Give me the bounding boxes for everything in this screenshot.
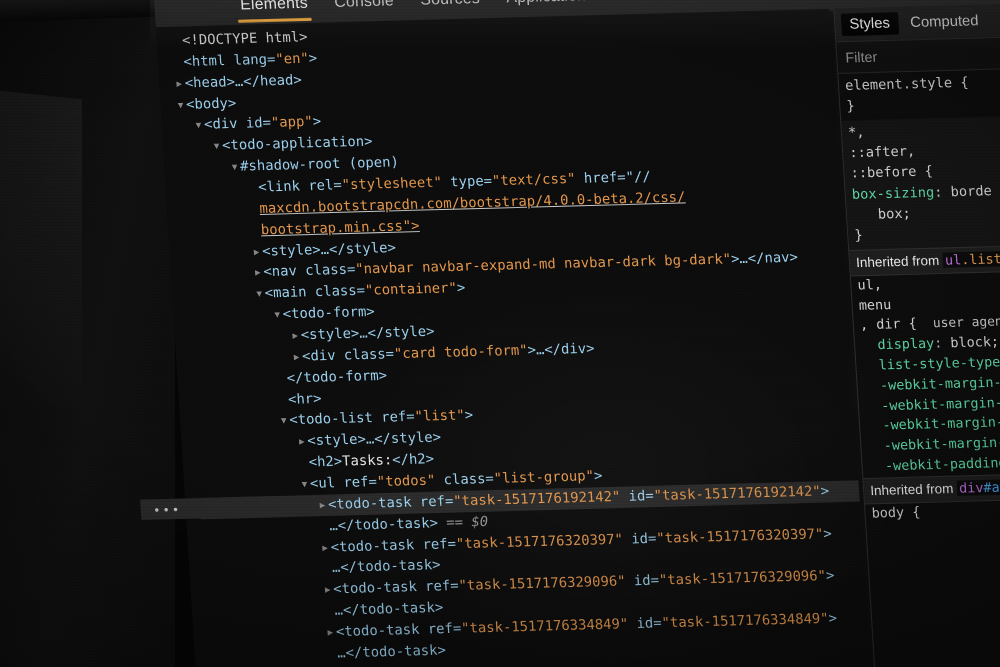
disclosure-triangle-icon[interactable]: ▼	[175, 99, 187, 113]
tab-network[interactable]: Network	[612, 0, 673, 11]
tab-sources[interactable]: Sources	[420, 0, 481, 16]
ua-selector: ul, menu , dir {	[857, 277, 918, 334]
tab-application[interactable]: Application	[506, 0, 587, 14]
breadcrumb-ellipsis[interactable]: •••	[153, 500, 182, 520]
inherited-class: .list-	[960, 251, 1000, 269]
tab-memory[interactable]: Memory	[817, 0, 877, 6]
disclosure-triangle-icon[interactable]: ▼	[193, 120, 205, 134]
rule-selector: *, ::after, ::before {	[847, 125, 934, 183]
disclosure-triangle-icon[interactable]	[247, 182, 259, 196]
disclosure-triangle-icon[interactable]	[277, 394, 289, 408]
photo-scene: ☆ Elements Console Sources Application N…	[0, 0, 1000, 667]
rule-reboot[interactable]: _reboot.s*, ::after, ::before { box-sizi…	[841, 114, 1000, 250]
css-property[interactable]: -webkit-margin-end:	[883, 435, 1000, 454]
disclosure-triangle-icon[interactable]: ▼	[253, 289, 265, 303]
disclosure-triangle-icon[interactable]: ▶	[322, 585, 334, 599]
disclosure-triangle-icon[interactable]	[326, 648, 338, 662]
tab-console[interactable]: Console	[334, 0, 395, 19]
inherited-element-ref[interactable]: ul.list-	[942, 250, 1000, 269]
rule-selector: element.style {	[844, 75, 970, 95]
disclosure-triangle-icon[interactable]	[320, 563, 332, 577]
css-value[interactable]: block;	[950, 335, 1000, 352]
ua-declarations[interactable]: display: block; list-style-type: d -webk…	[855, 330, 1000, 478]
monitor-screen: ☆ Elements Console Sources Application N…	[140, 0, 1000, 667]
inherited-element-ref[interactable]: div#app	[956, 478, 1000, 497]
disclosure-triangle-icon[interactable]: ▶	[296, 436, 308, 450]
disclosure-triangle-icon[interactable]: ▶	[319, 542, 331, 556]
disclosure-triangle-icon[interactable]: ▼	[299, 479, 311, 493]
prop-box-sizing-value[interactable]: borde	[950, 183, 992, 199]
disclosure-triangle-icon[interactable]	[323, 606, 335, 620]
disclosure-triangle-icon[interactable]: ▶	[324, 627, 336, 641]
css-property[interactable]: -webkit-margin-star	[882, 415, 1000, 434]
disclosure-triangle-icon[interactable]: ▼	[211, 141, 223, 155]
tab-computed[interactable]: Computed	[901, 10, 987, 35]
disclosure-triangle-icon[interactable]: ▼	[278, 416, 290, 430]
disclosure-triangle-icon[interactable]: ▶	[252, 267, 264, 281]
tab-performance[interactable]: Performance	[698, 0, 792, 9]
inherited-label: Inherited from	[855, 252, 940, 271]
styles-filter-row[interactable]: Filter :hov .cls	[836, 34, 1000, 74]
disclosure-triangle-icon[interactable]: ▶	[251, 246, 263, 260]
prop-box-sizing[interactable]: box-sizing	[851, 185, 934, 202]
dom-tree-panel[interactable]: <!DOCTYPE html> <html lang="en"> ▶ <head>……	[140, 8, 874, 667]
desk-surface	[0, 0, 175, 667]
css-property[interactable]: -webkit-padding-sta	[885, 455, 1000, 474]
inherited-label: Inherited from	[869, 480, 954, 499]
rule-close-brace: }	[854, 227, 864, 244]
inherited-tag: ul	[944, 252, 962, 269]
rule-element-style[interactable]: element.style {}	[838, 67, 1000, 121]
css-property[interactable]: list-style-type	[878, 355, 1000, 374]
more-tabs-button[interactable]: »	[902, 0, 913, 1]
ua-rule-ul[interactable]: ul, menu , dir { user agent style	[851, 269, 1000, 336]
rule-close-brace: }	[846, 99, 856, 115]
disclosure-triangle-icon[interactable]: ▶	[173, 78, 185, 92]
body-selector: body {	[871, 504, 921, 522]
tab-styles[interactable]: Styles	[840, 12, 899, 37]
css-property[interactable]: -webkit-margin-afte	[881, 395, 1000, 414]
desk-sheen	[0, 90, 82, 560]
disclosure-triangle-icon[interactable]: ▶	[289, 330, 301, 344]
disclosure-triangle-icon[interactable]	[318, 521, 330, 535]
disclosure-triangle-icon[interactable]	[297, 458, 309, 472]
css-property[interactable]: display	[877, 337, 935, 354]
disclosure-triangle-icon[interactable]: ▶	[317, 500, 329, 514]
css-property[interactable]: -webkit-margin-bef	[880, 375, 1000, 394]
disclosure-triangle-icon[interactable]: ▼	[271, 309, 283, 323]
styles-panel-tabs[interactable]: Styles Computed	[834, 1, 1000, 42]
inherited-id: #app	[982, 479, 1000, 497]
disclosure-triangle-icon[interactable]: ▶	[291, 351, 303, 365]
styles-filter-input[interactable]: Filter	[845, 45, 1000, 65]
prop-box-sizing-value-wrap: box;	[877, 206, 912, 223]
inherited-tag: div	[958, 480, 984, 497]
disclosure-triangle-icon[interactable]	[171, 36, 183, 50]
ua-source: user agent style	[932, 313, 1000, 331]
disclosure-triangle-icon[interactable]	[275, 373, 287, 387]
tab-elements[interactable]: Elements	[240, 0, 309, 21]
disclosure-triangle-icon[interactable]	[172, 57, 184, 71]
